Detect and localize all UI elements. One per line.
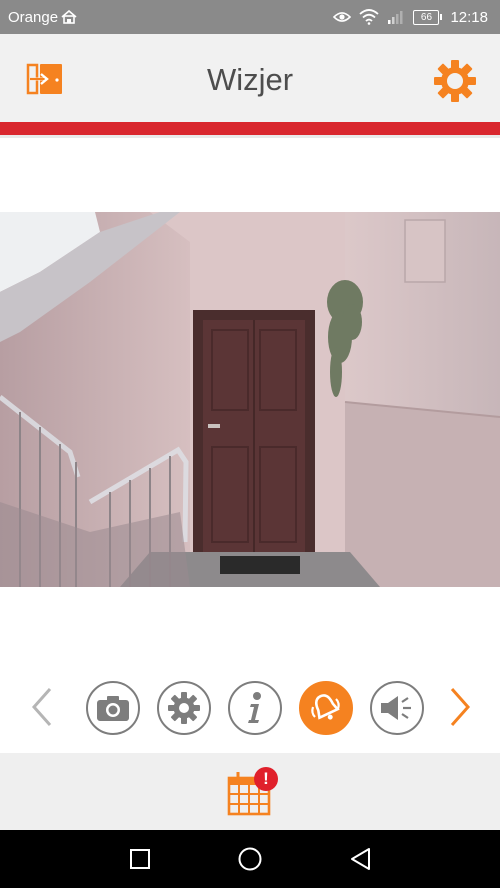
back-button[interactable]	[348, 846, 374, 872]
device-settings-button[interactable]	[157, 681, 211, 735]
status-left: Orange	[8, 0, 77, 34]
accent-bar	[0, 122, 500, 135]
gear-icon	[434, 60, 476, 102]
clock: 12:18	[450, 8, 488, 26]
doorbell-button[interactable]	[299, 681, 353, 735]
camera-icon	[97, 696, 129, 721]
square-icon	[130, 849, 150, 869]
info-icon	[248, 692, 261, 723]
alert-badge: !	[254, 767, 278, 791]
next-button[interactable]	[444, 685, 474, 729]
calendar-button[interactable]: !	[226, 767, 280, 821]
system-nav-bar	[0, 830, 500, 888]
status-right: 66 12:18	[333, 0, 488, 34]
speaker-button[interactable]	[370, 681, 424, 735]
info-button[interactable]	[228, 681, 282, 735]
recents-button[interactable]	[127, 846, 153, 872]
wifi-icon	[359, 9, 380, 25]
bell-icon	[311, 694, 340, 720]
status-bar: Orange 66 12:18	[0, 0, 500, 34]
camera-view[interactable]	[0, 212, 500, 587]
settings-button[interactable]	[432, 58, 478, 104]
bottom-panel: !	[0, 753, 500, 830]
control-toolbar	[0, 675, 500, 741]
circle-icon	[238, 847, 262, 871]
camera-feed-image	[0, 212, 500, 587]
chevron-left-icon	[31, 688, 52, 726]
battery-icon: 66	[413, 9, 443, 25]
signal-icon	[387, 10, 405, 24]
app-bar: Wizjer	[0, 34, 500, 122]
gear-icon	[168, 692, 200, 724]
home-button[interactable]	[237, 846, 263, 872]
home-network-icon	[61, 10, 77, 24]
carrier-label: Orange	[8, 8, 59, 26]
eye-icon	[333, 10, 352, 24]
speaker-icon	[381, 696, 411, 720]
battery-level: 66	[413, 9, 440, 25]
divider	[0, 135, 500, 138]
chevron-right-icon	[450, 688, 471, 726]
back-triangle-icon	[351, 848, 370, 870]
page-title: Wizjer	[206, 62, 294, 97]
previous-button[interactable]	[28, 685, 58, 729]
snapshot-button[interactable]	[86, 681, 140, 735]
